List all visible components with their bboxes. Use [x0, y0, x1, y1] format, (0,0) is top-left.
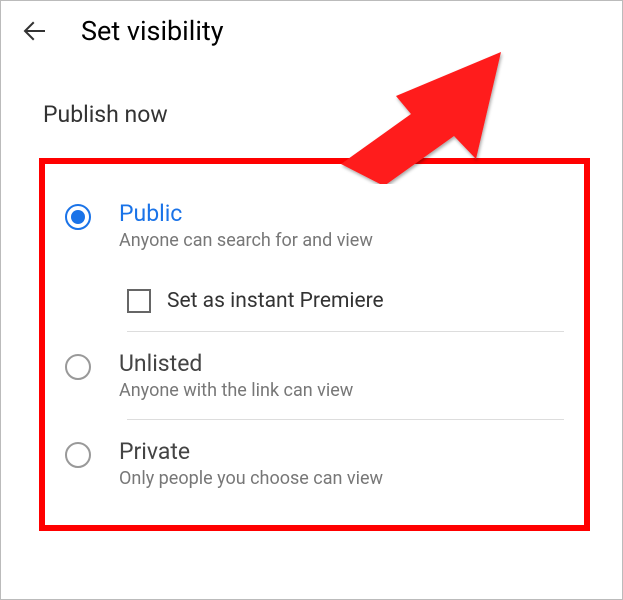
option-public[interactable]: Public Anyone can search for and view	[55, 182, 574, 269]
premiere-label: Set as instant Premiere	[167, 289, 384, 313]
radio-private[interactable]	[65, 442, 91, 468]
option-text: Unlisted Anyone with the link can view	[119, 350, 564, 401]
premiere-checkbox[interactable]	[127, 289, 151, 313]
option-text: Public Anyone can search for and view	[119, 200, 564, 251]
option-text: Private Only people you choose can view	[119, 438, 564, 489]
page-title: Set visibility	[81, 15, 224, 47]
section-label: Publish now	[1, 61, 622, 138]
option-desc: Only people you choose can view	[119, 468, 564, 489]
option-private[interactable]: Private Only people you choose can view	[55, 420, 574, 507]
back-arrow-icon[interactable]	[17, 13, 53, 49]
header: Set visibility	[1, 1, 622, 61]
option-unlisted[interactable]: Unlisted Anyone with the link can view	[55, 332, 574, 419]
visibility-options-highlighted: Public Anyone can search for and view Se…	[39, 158, 590, 531]
option-title: Private	[119, 438, 564, 465]
option-desc: Anyone can search for and view	[119, 230, 564, 251]
premiere-row[interactable]: Set as instant Premiere	[55, 269, 574, 331]
option-title: Public	[119, 200, 564, 227]
radio-unlisted[interactable]	[65, 354, 91, 380]
option-desc: Anyone with the link can view	[119, 380, 564, 401]
radio-public[interactable]	[65, 204, 91, 230]
option-title: Unlisted	[119, 350, 564, 377]
